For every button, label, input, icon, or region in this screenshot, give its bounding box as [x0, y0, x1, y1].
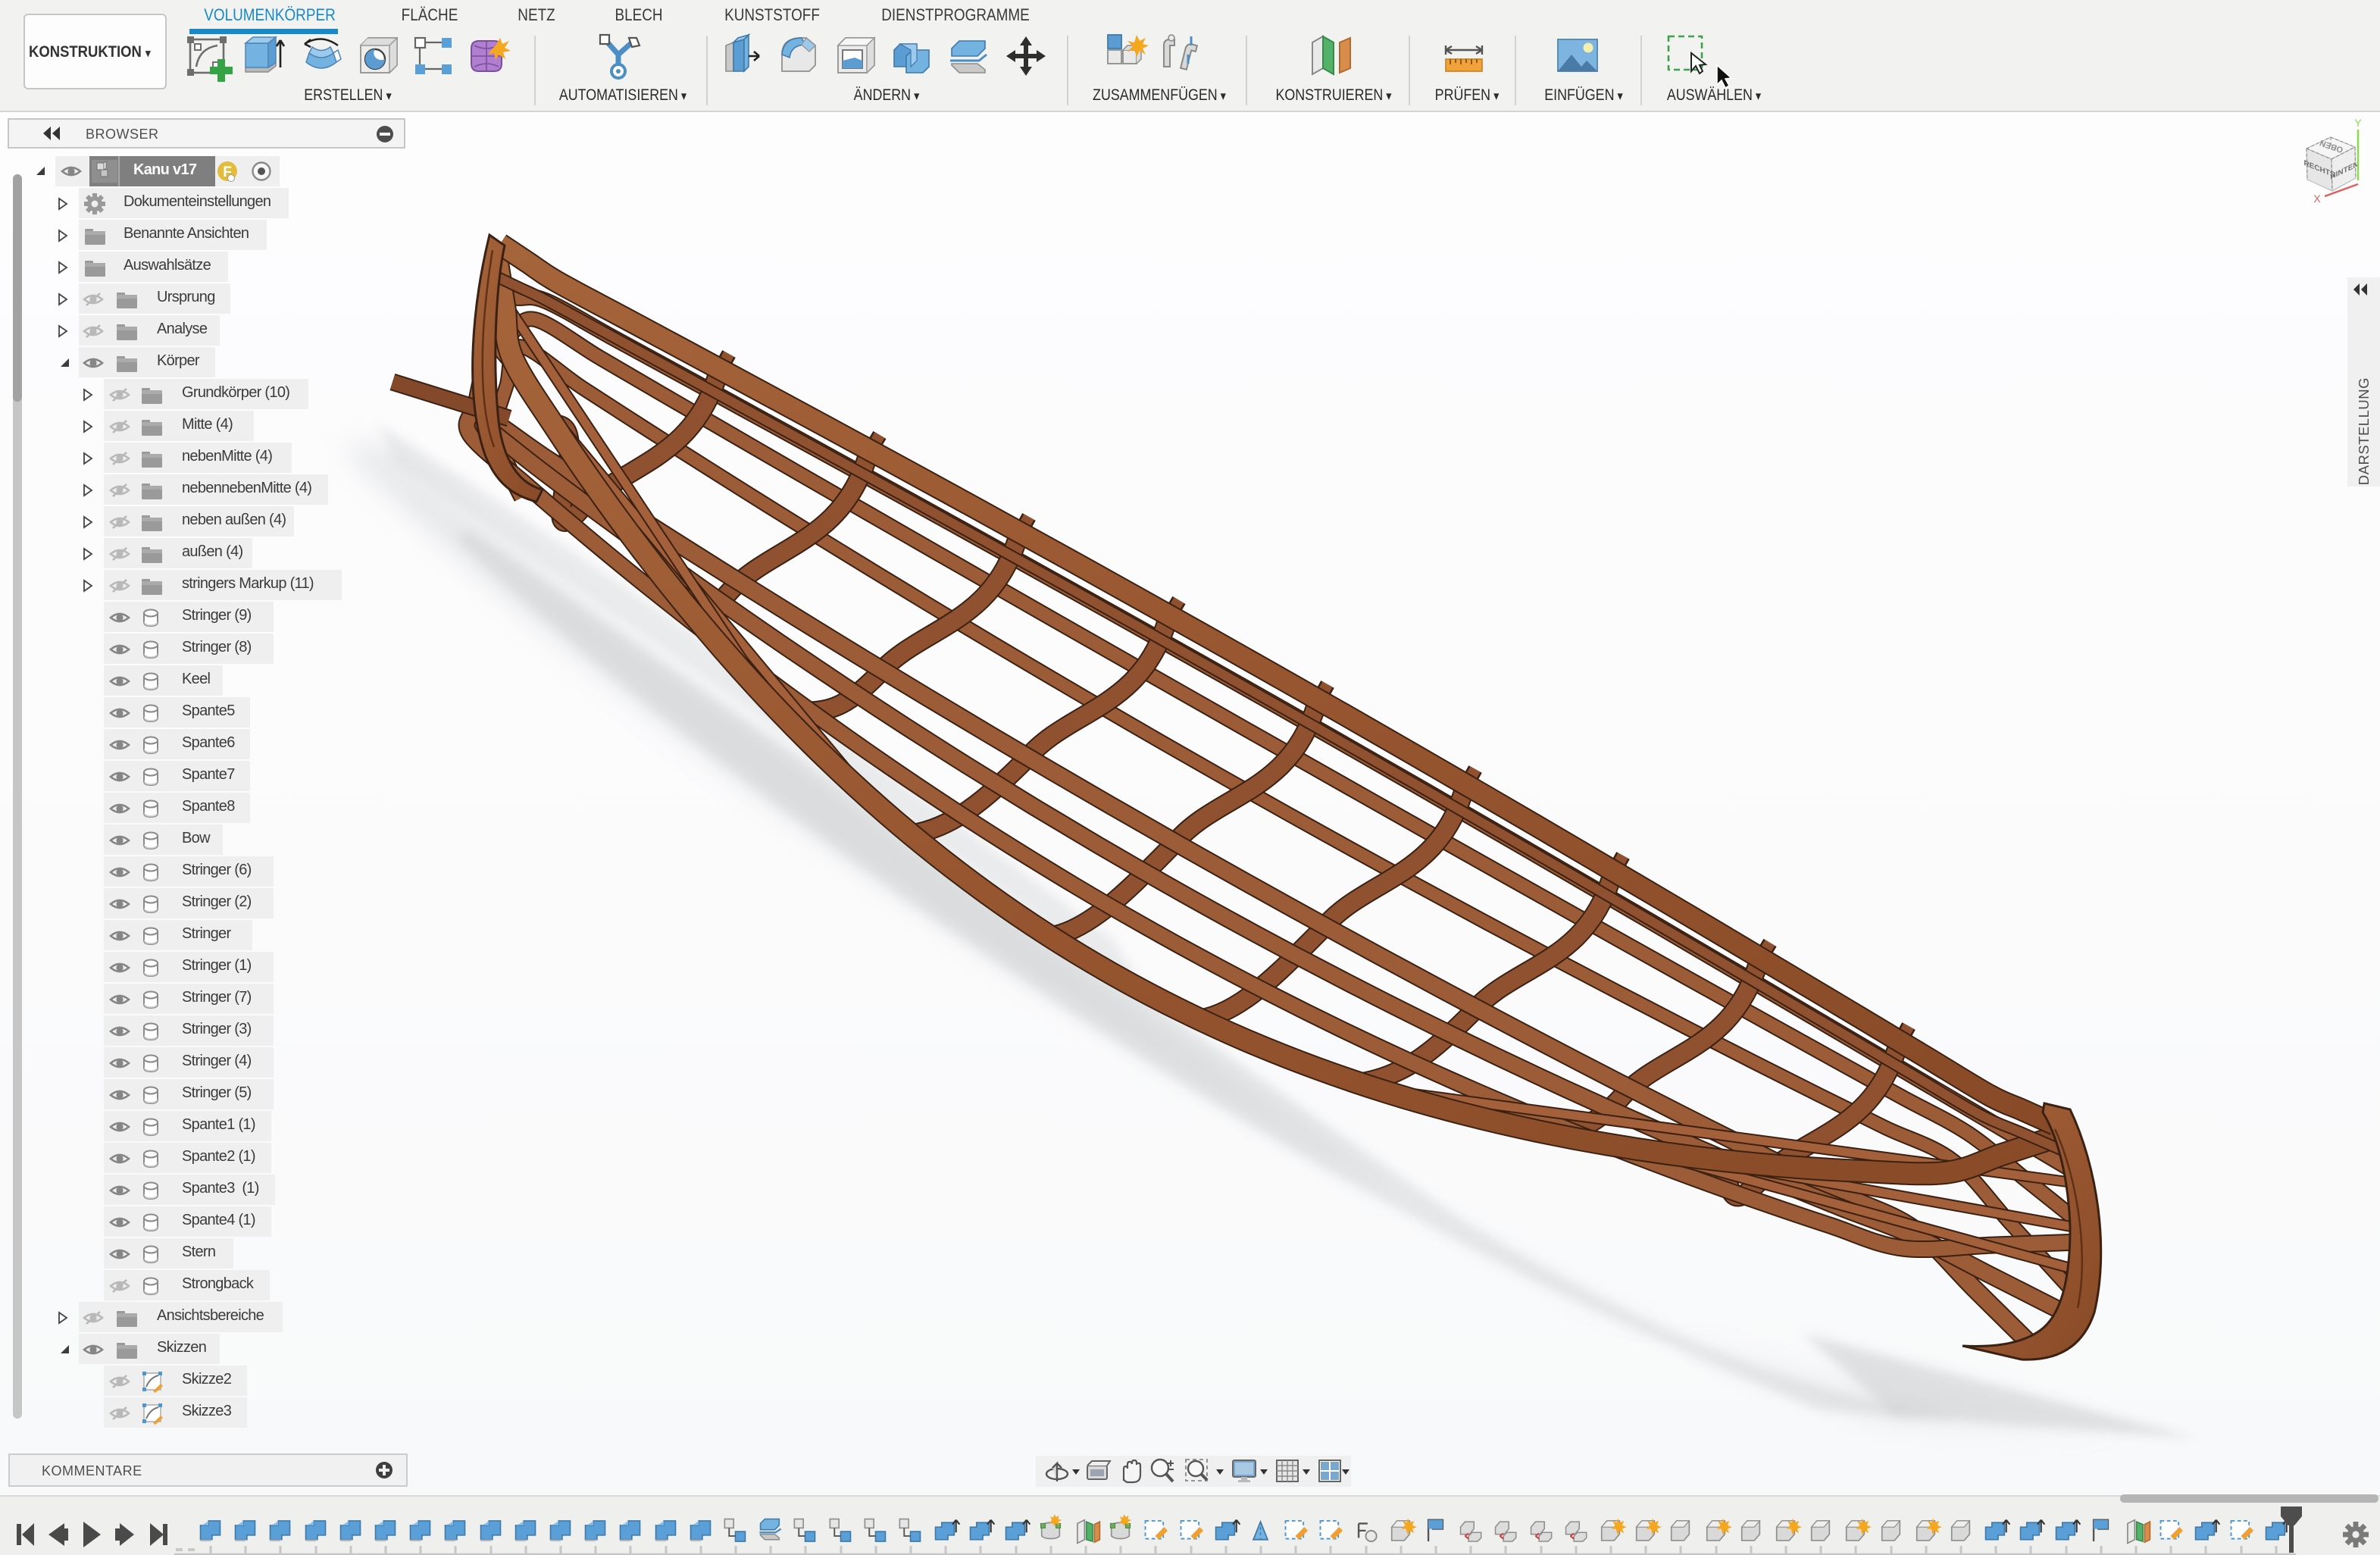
svg-text:X: X	[2313, 192, 2321, 205]
svg-text:Y: Y	[2354, 117, 2362, 129]
